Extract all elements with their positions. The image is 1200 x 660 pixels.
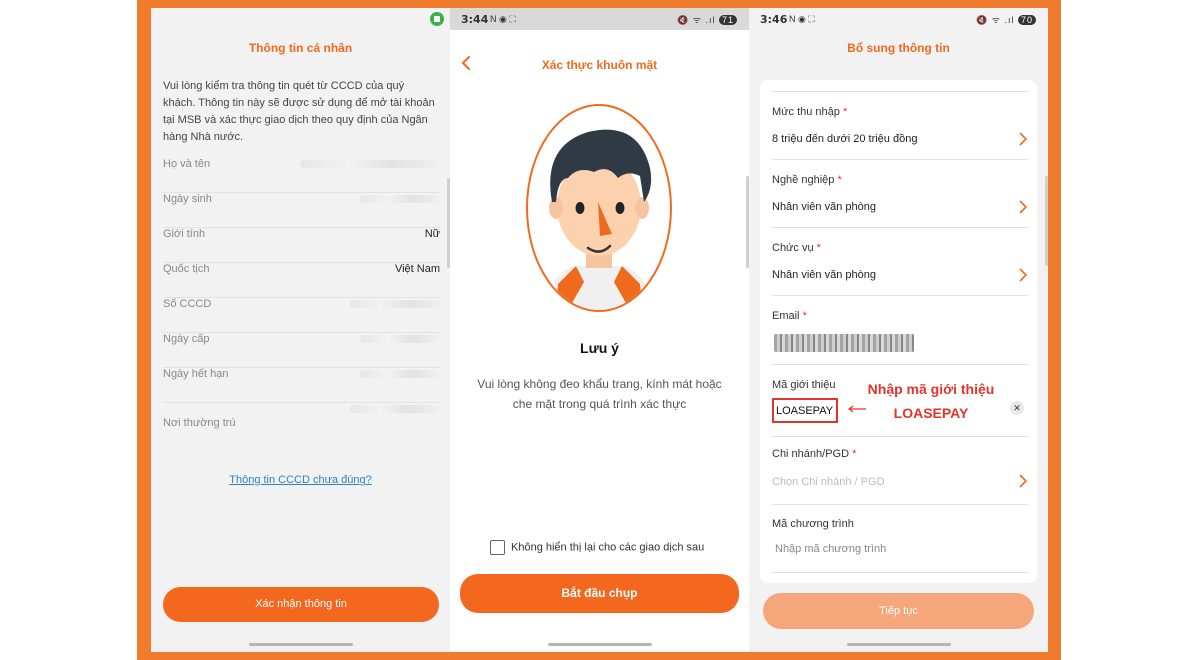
- form-card: Mức thu nhập * 8 triệu đến dưới 20 triệu…: [760, 80, 1037, 583]
- status-right-icons: 🔇 ᯤ .ıl 70: [976, 13, 1036, 26]
- status-bar: 3:46 N ◉ ⛶ 🔇 ᯤ .ıl 70: [749, 8, 1048, 30]
- annotation-line-2: LOASEPAY: [893, 405, 969, 421]
- branch-field[interactable]: Chi nhánh/PGD * Chọn Chi nhánh / PGD: [772, 437, 1028, 505]
- redacted-value: [360, 335, 440, 343]
- branch-label: Chi nhánh/PGD *: [772, 448, 857, 460]
- position-field[interactable]: Chức vụ * Nhân viên văn phòng: [772, 228, 1028, 296]
- status-bar: [151, 8, 450, 30]
- info-row-full-name: Họ và tên: [163, 158, 440, 193]
- referral-code-input[interactable]: LOASEPAY: [772, 398, 838, 423]
- scroll-handle[interactable]: [1045, 176, 1048, 266]
- income-field[interactable]: Mức thu nhập * 8 triệu đến dưới 20 triệu…: [772, 92, 1028, 160]
- status-bar: 3:44 N ◉ ⛶ 🔇 ᯤ .ıl 71: [450, 8, 749, 30]
- clear-icon[interactable]: ✕: [1010, 401, 1024, 415]
- home-indicator[interactable]: [547, 643, 652, 646]
- status-notification-icons: N ◉ ⛶: [789, 14, 815, 24]
- info-label: Giới tính: [163, 228, 206, 240]
- chevron-right-icon: [1019, 268, 1028, 282]
- page-title: Bổ sung thông tin: [847, 41, 950, 55]
- info-value: Nữ: [424, 228, 440, 240]
- info-label: Nơi thường trú: [163, 417, 236, 429]
- annotation-arrow-icon: [848, 405, 866, 413]
- chevron-right-icon: [1019, 474, 1028, 488]
- position-label: Chức vụ *: [772, 242, 821, 254]
- status-notification-icons: N ◉ ⛶: [490, 14, 516, 24]
- info-row-permanent-address: Nơi thường trú: [163, 405, 440, 445]
- note-text: Vui lòng không đeo khẩu trang, kính mát …: [477, 377, 722, 411]
- info-row-id-number: Số CCCD: [163, 298, 440, 333]
- status-time: 3:46: [760, 13, 788, 26]
- position-value: Nhân viên văn phòng: [772, 269, 876, 281]
- program-code-input[interactable]: Nhập mã chương trình: [775, 543, 886, 555]
- page-title: Thông tin cá nhân: [248, 41, 353, 55]
- status-time: 3:44: [461, 13, 489, 26]
- battery-icon: 70: [1017, 15, 1036, 25]
- face-verification-screen: 3:44 N ◉ ⛶ 🔇 ᯤ .ıl 71 Xác thực khuôn mặt…: [450, 8, 749, 652]
- dont-show-again-checkbox-row[interactable]: Không hiển thị lại cho các giao dịch sau: [490, 540, 704, 555]
- redacted-email: [774, 334, 914, 352]
- info-label: Ngày hết hạn: [163, 368, 229, 380]
- info-label: Ngày cấp: [163, 333, 210, 345]
- email-field[interactable]: Email *: [772, 296, 1028, 365]
- redacted-value: [360, 370, 440, 378]
- status-right-icons: 🔇 ᯤ .ıl 71: [677, 13, 737, 26]
- dont-show-again-checkbox[interactable]: [490, 540, 505, 555]
- personal-info-screen: Thông tin cá nhân Vui lòng kiểm tra thôn…: [151, 8, 450, 652]
- branch-placeholder: Chọn Chi nhánh / PGD: [772, 476, 885, 488]
- screen-record-icon: [430, 12, 444, 26]
- battery-icon: 71: [718, 15, 737, 25]
- redacted-value: [360, 195, 440, 203]
- redacted-value: [350, 405, 440, 413]
- info-row-gender: Giới tính Nữ: [163, 228, 440, 263]
- home-indicator[interactable]: [846, 643, 951, 646]
- income-label: Mức thu nhập *: [772, 106, 848, 118]
- email-label: Email *: [772, 310, 807, 322]
- info-row-birth-date: Ngày sinh: [163, 193, 440, 228]
- note-title: Lưu ý: [580, 340, 619, 356]
- info-label: Số CCCD: [163, 298, 212, 310]
- info-label: Họ và tên: [163, 158, 211, 170]
- occupation-label: Nghề nghiệp *: [772, 174, 842, 186]
- referral-label: Mã giới thiệu: [772, 379, 836, 391]
- additional-info-screen: 3:46 N ◉ ⛶ 🔇 ᯤ .ıl 70 Bổ sung thông tin …: [749, 8, 1048, 652]
- redacted-value: [350, 300, 440, 308]
- program-label: Mã chương trình: [772, 518, 854, 530]
- info-row-expiry-date: Ngày hết hạn: [163, 368, 440, 403]
- info-row-nationality: Quốc tịch Việt Nam: [163, 263, 440, 298]
- form-divider: [772, 80, 1028, 92]
- info-value: Việt Nam: [394, 263, 440, 275]
- signal-icons: 🔇 ᯤ .ıl: [976, 15, 1015, 25]
- info-label: Ngày sinh: [163, 193, 212, 205]
- confirm-info-button[interactable]: Xác nhận thông tin: [163, 587, 439, 622]
- redacted-value: [300, 160, 440, 168]
- face-frame: [526, 104, 672, 312]
- page-title: Xác thực khuôn mặt: [541, 58, 658, 72]
- program-code-field[interactable]: Mã chương trình Nhập mã chương trình: [772, 505, 1028, 573]
- chevron-right-icon: [1019, 200, 1028, 214]
- chevron-right-icon: [1019, 132, 1028, 146]
- annotation-line-1: Nhập mã giới thiệu: [867, 381, 995, 397]
- referral-code-field[interactable]: Mã giới thiệu LOASEPAY ✕: [772, 365, 1028, 437]
- id-info-incorrect-link[interactable]: Thông tin CCCD chưa đúng?: [151, 474, 450, 486]
- info-label: Quốc tịch: [163, 263, 210, 275]
- income-value: 8 triệu đến dưới 20 triệu đồng: [772, 133, 918, 145]
- home-indicator[interactable]: [248, 643, 353, 646]
- info-row-issue-date: Ngày cấp: [163, 333, 440, 368]
- checkbox-label: Không hiển thị lại cho các giao dịch sau: [511, 541, 705, 554]
- occupation-field[interactable]: Nghề nghiệp * Nhân viên văn phòng: [772, 160, 1028, 228]
- continue-button[interactable]: Tiếp tục: [763, 593, 1034, 629]
- occupation-value: Nhân viên văn phòng: [772, 201, 876, 213]
- signal-icons: 🔇 ᯤ .ıl: [677, 15, 716, 25]
- face-illustration-icon: [548, 129, 652, 310]
- start-capture-button[interactable]: Bắt đầu chụp: [460, 574, 739, 613]
- intro-text: Vui lòng kiểm tra thông tin quét từ CCCD…: [163, 80, 435, 143]
